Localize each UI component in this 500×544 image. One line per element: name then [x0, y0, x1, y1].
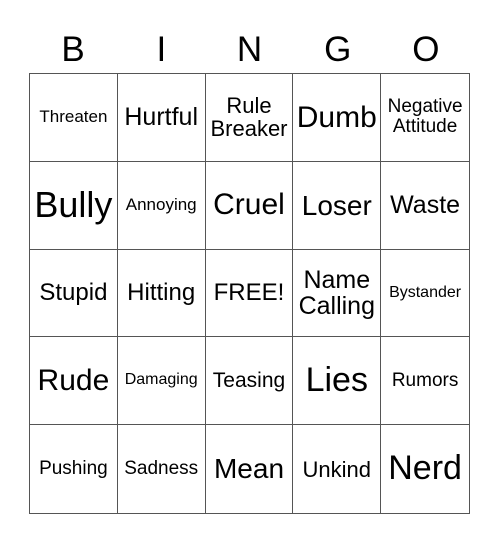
bingo-cell[interactable]: Rule Breaker: [205, 74, 294, 162]
cell-text: FREE!: [213, 279, 285, 307]
bingo-cell[interactable]: Threaten: [30, 74, 118, 162]
cell-text: Pushing: [39, 458, 108, 480]
cell-text: Mean: [213, 453, 285, 485]
cell-text: Cruel: [213, 188, 285, 222]
cell-text: Teasing: [212, 368, 286, 392]
header-letter-n: N: [236, 30, 263, 69]
bingo-cell[interactable]: Hitting: [117, 249, 206, 338]
bingo-header: B I N G O: [29, 28, 470, 72]
bingo-grid: Threaten Hurtful Rule Breaker Dumb Negat…: [29, 73, 470, 514]
bingo-cell[interactable]: Waste: [381, 162, 469, 250]
cell-text: Unkind: [302, 456, 372, 482]
bingo-cell[interactable]: Hurtful: [117, 74, 206, 162]
cell-text: Rude: [37, 364, 110, 398]
bingo-cell[interactable]: Name Calling: [293, 249, 382, 338]
bingo-cell[interactable]: Rumors: [381, 337, 469, 426]
cell-text: Rumors: [391, 369, 459, 391]
header-letter-b: B: [61, 30, 85, 69]
bingo-cell[interactable]: Pushing: [30, 425, 118, 513]
bingo-cell[interactable]: Nerd: [381, 425, 469, 513]
cell-text: Hitting: [127, 279, 196, 307]
cell-text: Annoying: [125, 195, 197, 215]
cell-text: Nerd: [388, 449, 462, 488]
cell-text: Dumb: [296, 100, 377, 134]
cell-text: Sadness: [124, 458, 199, 480]
header-letter-i: I: [156, 30, 167, 69]
bingo-cell[interactable]: Damaging: [117, 337, 206, 426]
bingo-cell[interactable]: Cruel: [205, 161, 294, 250]
bingo-cell[interactable]: Mean: [206, 425, 294, 513]
cell-text: Waste: [390, 191, 461, 220]
cell-text: Bystander: [389, 283, 462, 301]
bingo-cell[interactable]: Teasing: [205, 337, 294, 426]
cell-text: Hurtful: [124, 103, 199, 132]
header-letter-g: G: [324, 30, 352, 69]
bingo-cell[interactable]: Sadness: [118, 425, 206, 513]
free-space[interactable]: FREE!: [205, 249, 294, 338]
cell-text: Negative Attitude: [387, 96, 463, 138]
bingo-cell[interactable]: Unkind: [293, 425, 382, 513]
cell-text: Bully: [34, 184, 113, 226]
bingo-cell[interactable]: Dumb: [293, 74, 382, 162]
bingo-cell[interactable]: Loser: [293, 161, 382, 250]
cell-text: Stupid: [39, 279, 108, 307]
bingo-cell[interactable]: Stupid: [30, 249, 118, 338]
bingo-cell[interactable]: Bully: [30, 161, 118, 250]
bingo-cell[interactable]: Annoying: [117, 161, 206, 250]
cell-text: Name Calling: [298, 265, 375, 320]
bingo-cell[interactable]: Lies: [293, 337, 382, 426]
bingo-cell[interactable]: Rude: [30, 337, 118, 426]
bingo-cell[interactable]: Negative Attitude: [381, 74, 469, 162]
header-letter-o: O: [412, 30, 440, 69]
cell-text: Loser: [301, 189, 372, 221]
cell-text: Rule Breaker: [210, 93, 288, 142]
bingo-cell[interactable]: Bystander: [381, 250, 469, 338]
cell-text: Damaging: [124, 371, 198, 389]
cell-text: Lies: [305, 360, 368, 399]
cell-text: Threaten: [39, 107, 108, 127]
